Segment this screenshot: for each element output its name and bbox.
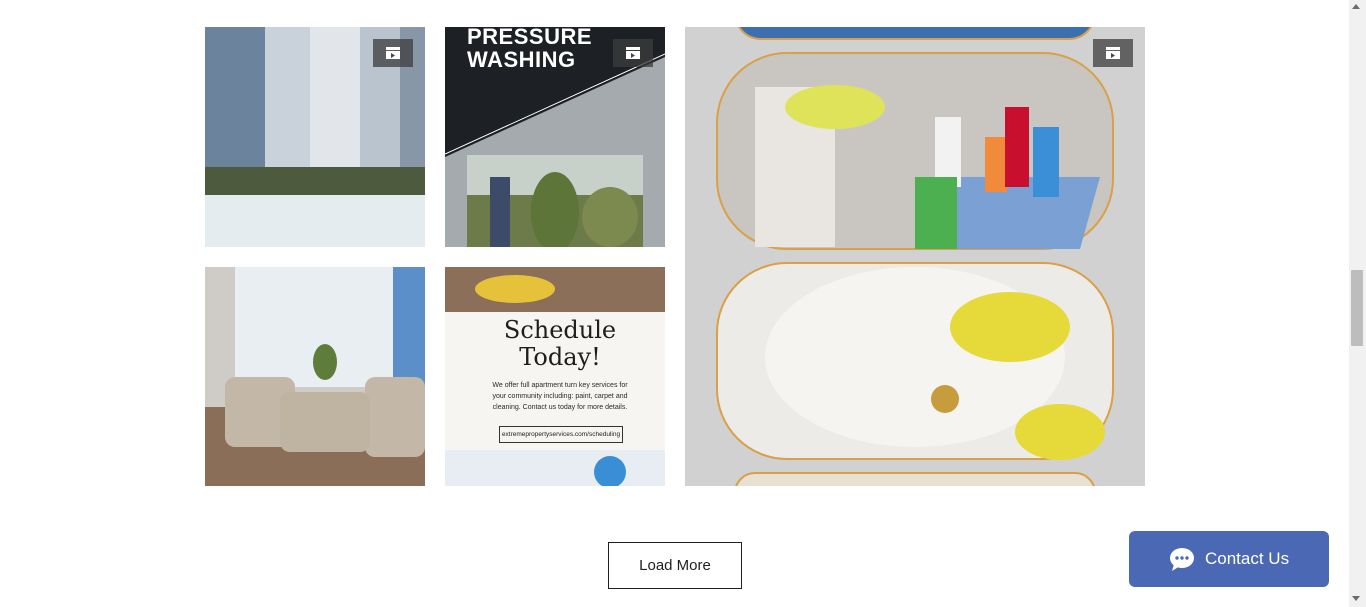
clapperboard-icon [373, 39, 413, 67]
gallery-item-buildings[interactable] [205, 27, 425, 247]
pressure-washing-title: PRESSURE WASHING [467, 27, 593, 72]
scroll-up-arrow-icon[interactable] [1352, 4, 1360, 9]
living-room-image [205, 267, 425, 486]
scrollbar-thumb[interactable] [1351, 270, 1363, 346]
clapperboard-icon [1093, 39, 1133, 67]
gallery-item-living-room[interactable] [205, 267, 425, 486]
load-more-button[interactable]: Load More [608, 542, 742, 589]
gallery-item-pressure-washing[interactable]: PRESSURE WASHING [445, 27, 665, 247]
schedule-graphic-background [445, 267, 665, 486]
chat-bubble-icon [1169, 547, 1195, 571]
schedule-body-text: We offer full apartment turn key service… [492, 382, 628, 411]
cleaning-collage-image [716, 27, 1114, 486]
clapperboard-icon [613, 39, 653, 67]
scroll-down-arrow-icon[interactable] [1352, 596, 1360, 601]
load-more-label: Load More [639, 557, 711, 574]
contact-us-chat-button[interactable]: Contact Us [1129, 531, 1329, 587]
gallery-item-cleaning-collage[interactable] [685, 27, 1145, 486]
schedule-title: Schedule Today! [503, 316, 617, 371]
schedule-link: extremepropertyservices.com/scheduling [499, 426, 623, 443]
gallery-item-schedule[interactable]: Schedule Today! We offer full apartment … [445, 267, 665, 486]
contact-us-label: Contact Us [1205, 549, 1290, 568]
